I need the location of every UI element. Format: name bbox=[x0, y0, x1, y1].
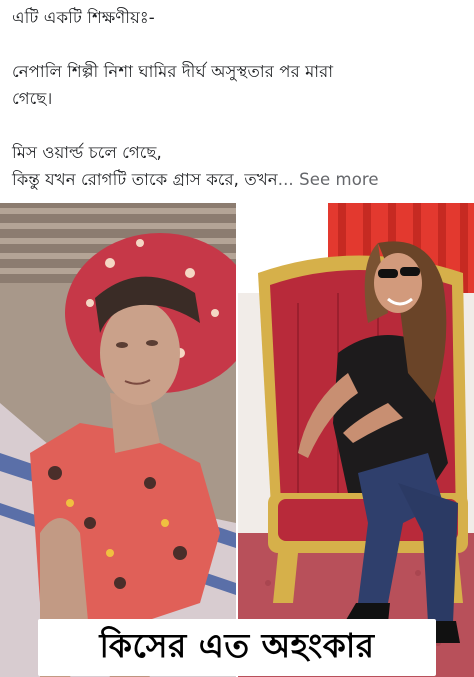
post-image[interactable]: কিসের এত অহংকার bbox=[0, 203, 474, 677]
post-text: এটি একটি শিক্ষণীয়ঃ- নেপালি শিল্পী নিশা … bbox=[12, 4, 464, 193]
image-caption-banner: কিসের এত অহংকার bbox=[38, 619, 436, 676]
patient-photo bbox=[0, 203, 236, 677]
post-line-last: কিন্তু যখন রোগটি তাকে গ্রাস করে, তখন bbox=[12, 170, 278, 189]
post-line-news: নেপালি শিল্পী নিশা ঘামির দীর্ঘ অসুস্থতার… bbox=[12, 62, 334, 81]
post-line-intro: এটি একটি শিক্ষণীয়ঃ- bbox=[12, 8, 155, 27]
see-more-link[interactable]: See more bbox=[299, 170, 379, 189]
ellipsis: ... bbox=[277, 170, 294, 189]
image-caption-text: কিসের এত অহংকার bbox=[99, 625, 375, 665]
woman-photo bbox=[238, 203, 474, 677]
post-line-miss-world: মিস ওয়ার্ল্ড চলে গেছে, bbox=[12, 143, 162, 162]
patient-photo-illustration bbox=[0, 203, 236, 677]
woman-photo-illustration bbox=[238, 203, 474, 677]
post-line-truncated: কিন্তু যখন রোগটি তাকে গ্রাস করে, তখন... … bbox=[12, 166, 464, 193]
post-line-news-cont: গেছে। bbox=[12, 89, 53, 108]
